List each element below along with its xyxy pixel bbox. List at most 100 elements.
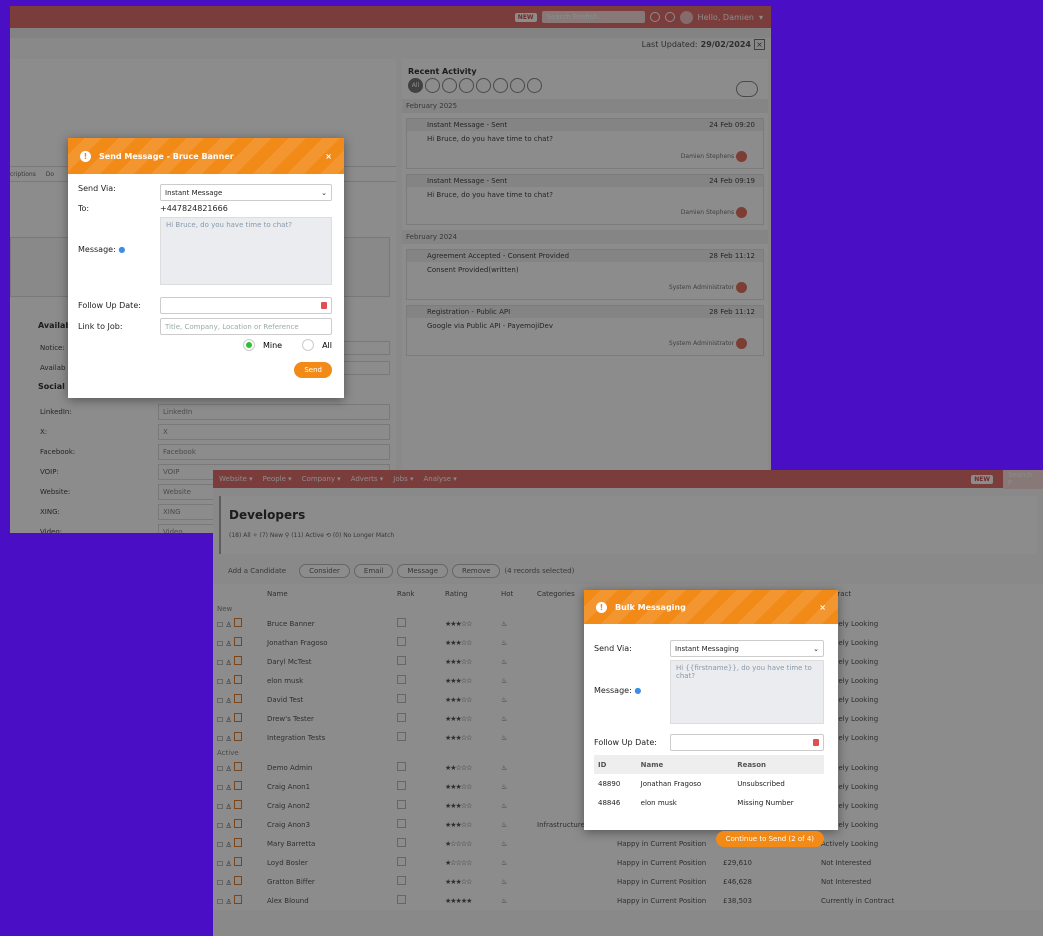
all-radio[interactable] [302,339,315,351]
continue-button[interactable]: Continue to Send (2 of 4) [715,831,824,847]
filter-message-icon[interactable] [442,78,457,93]
social-input[interactable]: LinkedIn [158,404,390,420]
cv-icon[interactable] [234,732,243,741]
rating-stars[interactable]: ★★★☆☆ [441,709,497,728]
row-checkbox[interactable]: ☐ [217,735,223,743]
cv-icon[interactable] [234,800,243,809]
tab-documents[interactable]: Do [46,171,54,178]
tab-descriptions[interactable]: criptions [10,171,36,178]
col-name[interactable]: Name [263,584,393,603]
hot-icon[interactable]: ♨ [497,671,533,690]
rank-box[interactable] [397,895,406,904]
row-checkbox[interactable]: ☐ [217,621,223,629]
candidate-name[interactable]: Craig Anon1 [263,777,393,796]
cv-icon[interactable] [234,675,243,684]
cv-icon[interactable] [234,656,243,665]
link-to-job-input[interactable]: Title, Company, Location or Reference [160,318,332,335]
hot-icon[interactable]: ♨ [497,796,533,815]
candidate-name[interactable]: Loyd Bosler [263,853,393,872]
social-input[interactable]: Facebook [158,444,390,460]
new-badge[interactable]: NEW [971,474,993,484]
candidate-name[interactable]: elon musk [263,671,393,690]
rating-stars[interactable]: ★★★☆☆ [441,633,497,652]
cv-icon[interactable] [234,857,243,866]
row-checkbox[interactable]: ☐ [217,659,223,667]
add-candidate-input[interactable]: Add a Candidate [219,565,295,577]
candidate-name[interactable]: Craig Anon2 [263,796,393,815]
col-rank[interactable]: Rank [393,584,441,603]
candidate-name[interactable]: Gratton Biffer [263,872,393,891]
activity-card[interactable]: Agreement Accepted - Consent Provided 28 … [406,249,764,300]
rank-box[interactable] [397,618,406,627]
filter-file-icon[interactable] [527,78,542,93]
col-reason[interactable]: Reason [733,755,824,774]
rank-box[interactable] [397,637,406,646]
col-rating[interactable]: Rating [441,584,497,603]
rank-box[interactable] [397,857,406,866]
candidate-name[interactable]: Demo Admin [263,758,393,777]
nav-website[interactable]: Website ▾ [219,475,253,483]
rating-stars[interactable]: ★★★☆☆ [441,671,497,690]
rating-stars[interactable]: ★★★☆☆ [441,614,497,633]
row-checkbox[interactable]: ☐ [217,697,223,705]
row-checkbox[interactable]: ☐ [217,784,223,792]
hot-icon[interactable]: ♨ [497,652,533,671]
hot-icon[interactable]: ♨ [497,891,533,910]
rating-stars[interactable]: ★☆☆☆☆ [441,853,497,872]
row-checkbox[interactable]: ☐ [217,879,223,887]
rating-stars[interactable]: ★★★☆☆ [441,796,497,815]
rank-box[interactable] [397,732,406,741]
cv-icon[interactable] [234,762,243,771]
consider-button[interactable]: Consider [299,564,350,578]
row-checkbox[interactable]: ☐ [217,765,223,773]
rank-box[interactable] [397,656,406,665]
message-textarea[interactable]: Hi Bruce, do you have time to chat? [160,217,332,285]
follow-up-date-input[interactable] [160,297,332,314]
candidate-name[interactable]: Bruce Banner [263,614,393,633]
rank-box[interactable] [397,876,406,885]
new-badge[interactable]: NEW [514,12,537,22]
rank-box[interactable] [397,819,406,828]
nav-analyse[interactable]: Analyse ▾ [423,475,456,483]
filter-email-icon[interactable] [476,78,491,93]
search-input[interactable]: Search Firefish... [541,11,645,23]
col-hot[interactable]: Hot [497,584,533,603]
rank-box[interactable] [397,694,406,703]
activity-card[interactable]: Instant Message - Sent 24 Feb 09:19 Hi Bru… [406,174,764,225]
filter-doc-icon[interactable] [510,78,525,93]
message-button[interactable]: Message [397,564,449,578]
cv-icon[interactable] [234,781,243,790]
rank-box[interactable] [397,675,406,684]
table-row[interactable]: ☐ ♙ Loyd Bosler ★☆☆☆☆ ♨ Happy in Current… [213,853,1043,872]
filter-phone-icon[interactable] [459,78,474,93]
rank-box[interactable] [397,838,406,847]
hot-icon[interactable]: ♨ [497,872,533,891]
filter-notes-icon[interactable] [425,78,440,93]
bulb-icon[interactable] [649,12,660,22]
row-checkbox[interactable]: ☐ [217,716,223,724]
send-button[interactable]: Send [294,362,332,378]
excluded-name[interactable]: Jonathan Fragoso [637,774,734,793]
table-row[interactable]: ☐ ♙ Gratton Biffer ★★★☆☆ ♨ Happy in Curr… [213,872,1043,891]
candidate-name[interactable]: Alex Blound [263,891,393,910]
calendar-icon[interactable] [813,739,819,746]
rating-stars[interactable]: ★★★☆☆ [441,872,497,891]
rank-box[interactable] [397,800,406,809]
rating-stars[interactable]: ★★★☆☆ [441,728,497,747]
nav-company[interactable]: Company ▾ [302,475,341,483]
cv-icon[interactable] [234,618,243,627]
hot-icon[interactable]: ♨ [497,728,533,747]
close-icon[interactable]: × [325,152,332,161]
cv-icon[interactable] [234,637,243,646]
send-via-select[interactable]: Instant Message ⌄ [160,184,332,201]
hot-icon[interactable]: ♨ [497,777,533,796]
cv-icon[interactable] [234,895,243,904]
filter-all[interactable]: All [408,78,423,93]
candidate-name[interactable]: Integration Tests [263,728,393,747]
hot-icon[interactable]: ♨ [497,633,533,652]
nav-people[interactable]: People ▾ [263,475,292,483]
cv-icon[interactable] [234,876,243,885]
hot-icon[interactable]: ♨ [497,815,533,834]
candidate-name[interactable]: Craig Anon3 [263,815,393,834]
email-button[interactable]: Email [353,564,394,578]
